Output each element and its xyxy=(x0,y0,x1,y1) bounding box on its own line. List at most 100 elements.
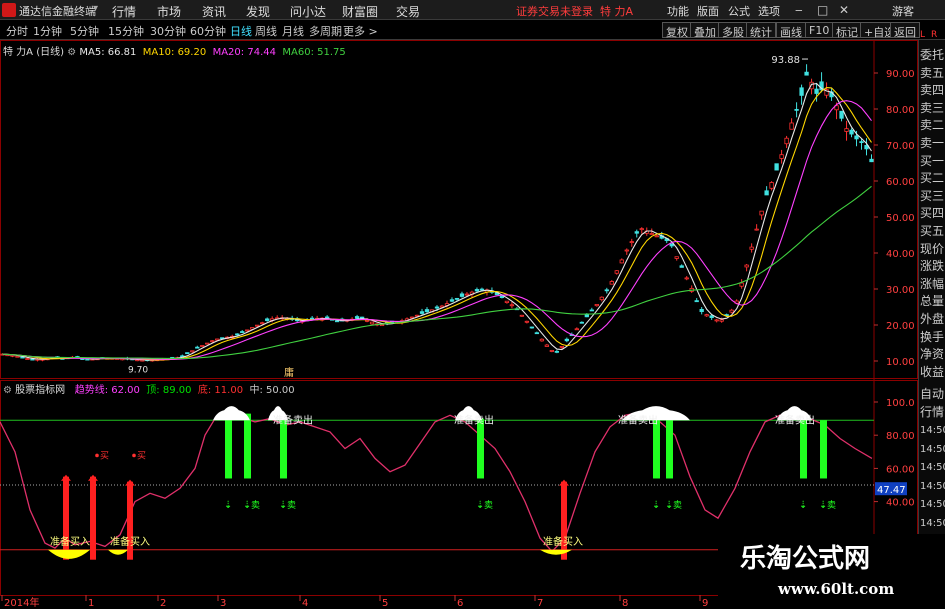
side-tab-auto[interactable]: 自动 xyxy=(920,385,944,403)
side-top-l[interactable]: L xyxy=(920,26,925,44)
candle-body xyxy=(789,122,794,130)
close-icon[interactable]: ✕ xyxy=(839,3,849,17)
candle-body xyxy=(634,231,639,234)
candle-body xyxy=(564,338,569,342)
side-item[interactable]: 净资 xyxy=(920,345,944,363)
side-time: 14:50 xyxy=(920,425,945,436)
back-button[interactable]: 返回 xyxy=(890,22,920,39)
watermark-title: 乐淘公式网 xyxy=(740,544,871,574)
candle-body xyxy=(754,228,759,231)
side-item[interactable]: 卖四 xyxy=(920,81,944,99)
maximize-icon[interactable]: □ xyxy=(817,3,828,17)
period-tab-60min[interactable]: 60分钟 xyxy=(190,23,226,39)
options-menu-button[interactable]: 选项 xyxy=(758,3,780,19)
side-item[interactable]: 总量 xyxy=(920,292,944,310)
candle-body xyxy=(784,137,789,145)
bottom-zone-fill xyxy=(540,549,572,555)
buy-mark-label: 买 xyxy=(137,450,146,461)
side-item[interactable]: 现价 xyxy=(920,240,944,258)
sell-signal-bar xyxy=(280,418,287,479)
top-zone-fill xyxy=(213,406,250,421)
side-time: 14:50 xyxy=(920,462,945,473)
buy-signal-bar xyxy=(90,476,96,560)
candle-body xyxy=(205,342,210,345)
adjust-button[interactable]: 复权 xyxy=(662,22,692,39)
side-item[interactable]: 涨幅 xyxy=(920,275,944,293)
period-tab-intraday[interactable]: 分时 xyxy=(6,23,28,39)
x-axis-label: 6 xyxy=(457,598,463,609)
menu-item-discover[interactable]: 发现 xyxy=(246,3,270,20)
candle-body xyxy=(210,340,215,343)
period-tab-30min[interactable]: 30分钟 xyxy=(150,23,186,39)
side-item[interactable]: 卖三 xyxy=(920,99,944,117)
kline-chart[interactable]: 90.00 80.00 70.00 60.00 50.00 40.00 30.00 20.00… xyxy=(0,40,918,609)
side-item[interactable]: 卖一 xyxy=(920,134,944,152)
gear-icon[interactable]: ⚙ xyxy=(3,385,12,396)
side-time: 14:50 xyxy=(920,517,945,529)
side-top-r[interactable]: R xyxy=(931,26,937,44)
side-item[interactable]: 换手 xyxy=(920,328,944,346)
minimize-icon[interactable]: ‒ xyxy=(795,3,803,17)
f10-button[interactable]: F10 xyxy=(805,22,834,38)
period-tab-15min[interactable]: 15分钟 xyxy=(108,23,144,39)
menu-item-trade[interactable]: 交易 xyxy=(396,3,420,20)
formula-menu-button[interactable]: 公式 xyxy=(728,3,750,19)
side-item[interactable]: 买四 xyxy=(920,204,944,222)
period-tab-daily[interactable]: 日线 xyxy=(230,23,252,39)
x-axis-label: 1 xyxy=(88,598,94,609)
candle-body xyxy=(479,288,485,291)
menu-item-quotes[interactable]: 行情 xyxy=(112,3,136,20)
menu-item-wealth[interactable]: 财富圈 xyxy=(342,3,378,20)
period-tab-1min[interactable]: 1分钟 xyxy=(33,23,62,39)
period-tab-monthly[interactable]: 月线 xyxy=(282,23,304,39)
candle-body xyxy=(260,322,265,325)
multi-stock-button[interactable]: 多股 xyxy=(718,22,748,39)
x-axis-label: 7 xyxy=(537,598,543,609)
watermark: 乐淘公式网 www.60lt.com xyxy=(718,534,945,609)
candle-body xyxy=(779,154,784,159)
function-menu-button[interactable]: 功能 xyxy=(667,3,689,19)
y-tick-label: 60.00 xyxy=(886,177,915,188)
side-item[interactable]: 卖二 xyxy=(920,116,944,134)
login-warning[interactable]: 证券交易未登录 特 力A xyxy=(516,3,633,19)
side-item[interactable]: 买三 xyxy=(920,187,944,205)
indicator-legend: ⚙ 股票指标网 趋势线: 62.00 顶: 89.00 底: 11.00 中: … xyxy=(3,381,295,396)
period-tab-weekly[interactable]: 周线 xyxy=(255,23,277,39)
candle-body xyxy=(844,128,849,132)
buy-arrow-icon xyxy=(125,479,135,486)
sell-mark-label: 卖 xyxy=(484,500,493,511)
period-tab-more[interactable]: 更多 > xyxy=(343,23,378,39)
side-item[interactable]: 买五 xyxy=(920,222,944,240)
buy-signal-bar xyxy=(127,481,133,560)
indicator-tick-label: 80.00 xyxy=(886,431,915,442)
candle-body xyxy=(464,293,470,296)
side-item[interactable]: 买一 xyxy=(920,152,944,170)
side-item[interactable]: 涨跌 xyxy=(920,257,944,275)
x-axis-label: 3 xyxy=(220,598,226,609)
side-item[interactable]: 卖五 xyxy=(920,64,944,82)
sell-ready-label: 准备卖出 xyxy=(454,414,494,427)
side-item[interactable]: 委托 xyxy=(920,46,944,64)
side-item[interactable]: 外盘 xyxy=(920,310,944,328)
side-item[interactable]: 买二 xyxy=(920,169,944,187)
period-tab-5min[interactable]: 5分钟 xyxy=(70,23,99,39)
menu-item-assistant[interactable]: 问小达 xyxy=(290,3,326,20)
gear-icon[interactable]: ⚙ xyxy=(67,47,76,58)
menu-item-market[interactable]: 市场 xyxy=(157,3,181,20)
layout-menu-button[interactable]: 版面 xyxy=(697,3,719,19)
side-item[interactable]: 收益 xyxy=(920,363,944,381)
statistics-button[interactable]: 统计 xyxy=(746,22,776,39)
sell-mark-label: 卖 xyxy=(251,500,260,511)
app-menu-chevron-icon[interactable]: ▾ xyxy=(93,3,98,14)
buy-ready-label: 准备买入 xyxy=(543,535,583,548)
candle-body xyxy=(624,249,629,252)
mark-button[interactable]: 标记 xyxy=(832,22,862,39)
side-tab-quote[interactable]: 行情 xyxy=(920,403,944,421)
sell-mark-label: 卖 xyxy=(287,500,296,511)
overlay-button[interactable]: 叠加 xyxy=(690,22,720,39)
candle-body xyxy=(759,210,764,216)
draw-line-button[interactable]: 画线 xyxy=(776,22,806,39)
menu-item-news[interactable]: 资讯 xyxy=(202,3,226,20)
period-tab-multi[interactable]: 多周期 xyxy=(309,23,342,39)
guest-user-button[interactable]: 游客 xyxy=(892,3,914,19)
